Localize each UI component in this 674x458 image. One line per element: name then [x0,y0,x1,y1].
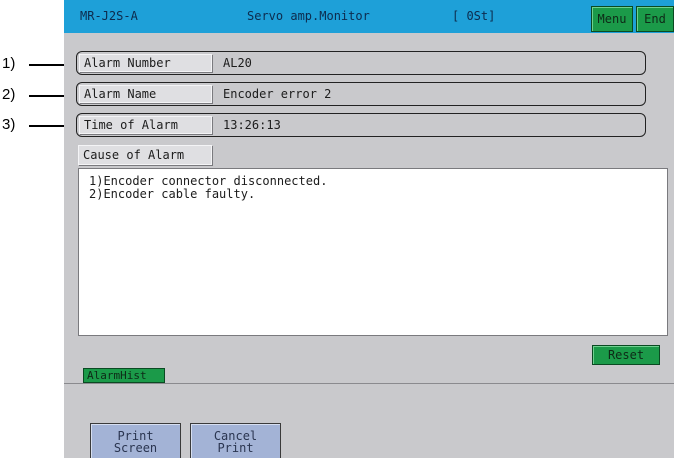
cancel-print-button[interactable]: Cancel Print [190,423,281,458]
screen-title: Servo amp.Monitor [247,9,370,23]
cancel-print-label: Cancel Print [213,429,258,455]
title-bar: MR-J2S-A Servo amp.Monitor [ 0St] Menu E… [64,0,674,33]
alarm-name-row: Alarm Name Encoder error 2 [76,82,646,106]
history-divider [64,383,674,384]
reset-button[interactable]: Reset [592,345,660,365]
time-of-alarm-label: Time of Alarm [79,116,212,134]
time-of-alarm-row: Time of Alarm 13:26:13 [76,113,646,137]
print-screen-label: Print Screen [113,429,158,455]
servo-monitor-screen: MR-J2S-A Servo amp.Monitor [ 0St] Menu E… [64,0,674,458]
callout-2: 2) [2,86,16,103]
print-screen-button[interactable]: Print Screen [90,423,181,458]
model-name: MR-J2S-A [80,9,138,23]
cause-line: 2)Encoder cable faulty. [89,187,256,201]
callout-1: 1) [2,55,16,72]
menu-button[interactable]: Menu [591,6,633,32]
cause-of-alarm-box: 1)Encoder connector disconnected. 2)Enco… [78,168,668,336]
alarm-number-value: AL20 [223,56,252,70]
cause-of-alarm-label: Cause of Alarm [78,145,212,165]
alarm-name-value: Encoder error 2 [223,87,332,101]
alarm-name-label: Alarm Name [79,85,212,103]
callout-3: 3) [2,116,16,133]
alarm-number-row: Alarm Number AL20 [76,51,646,75]
time-of-alarm-value: 13:26:13 [223,118,281,132]
station-indicator: [ 0St] [452,9,496,23]
alarm-number-label: Alarm Number [79,54,212,72]
alarm-history-tab[interactable]: AlarmHist [83,368,165,383]
end-button[interactable]: End [636,6,674,32]
